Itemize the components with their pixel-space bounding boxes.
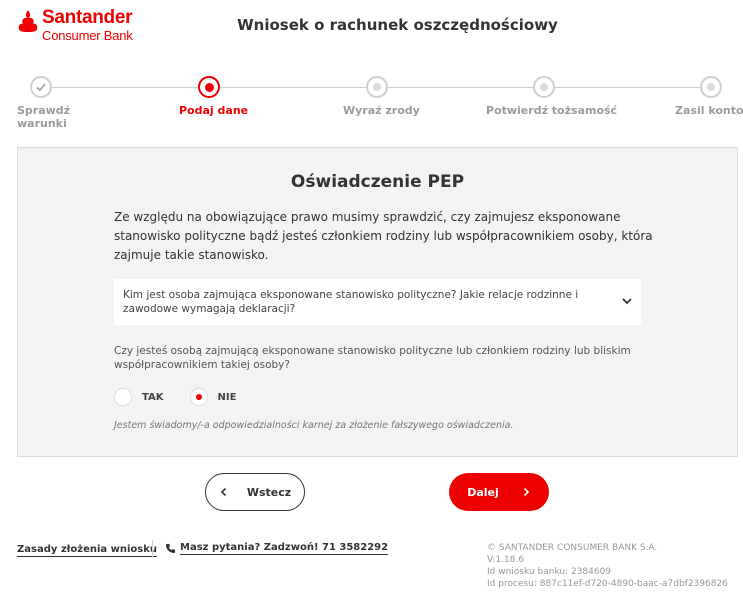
- step-pending-indicator: [533, 76, 555, 98]
- phone-icon: [165, 543, 176, 554]
- logo-brand: Santander: [42, 7, 133, 28]
- step-label: Wyraź zrody: [343, 104, 420, 117]
- step-label: Sprawdź warunki: [17, 104, 71, 130]
- rules-link[interactable]: Zasady złożenia wniosku: [17, 544, 158, 557]
- chevron-down-icon[interactable]: [621, 295, 633, 307]
- chevron-right-icon: [523, 487, 529, 497]
- card-title: Oświadczenie PEP: [290, 172, 465, 192]
- copyright: © SANTANDER CONSUMER BANK S.A.: [487, 543, 658, 553]
- page-title: Wniosek o rachunek oszczędnościowy: [237, 16, 558, 34]
- step-done-indicator: [30, 76, 52, 98]
- step-label: Podaj dane: [179, 104, 249, 117]
- radio-tak[interactable]: TAK: [114, 388, 164, 406]
- bank-application-id: Id wniosku banku: 2384609: [487, 567, 612, 577]
- radio-nie[interactable]: NIE: [189, 388, 237, 406]
- radio-label: TAK: [142, 391, 164, 403]
- radio-label: NIE: [217, 391, 237, 403]
- phone-link[interactable]: Masz pytania? Zadzwoń! 71 3582292: [180, 542, 389, 555]
- card-intro-text: Ze względu na obowiązujące prawo musimy …: [114, 210, 653, 262]
- version: V:1.18.6: [487, 555, 525, 565]
- step-pending-indicator: [366, 76, 388, 98]
- phone-contact[interactable]: Masz pytania? Zadzwoń! 71 3582292: [165, 542, 389, 555]
- check-icon: [36, 83, 46, 92]
- back-button-label: Wstecz: [246, 485, 292, 499]
- back-button[interactable]: Wstecz: [205, 473, 305, 511]
- next-button[interactable]: Dalej: [449, 473, 549, 511]
- flame-icon: [18, 10, 38, 32]
- radio-circle[interactable]: [114, 388, 132, 406]
- step-label: Zasil konto: [675, 104, 743, 117]
- pep-declaration-card: Oświadczenie PEP Ze względu na obowiązuj…: [17, 147, 738, 457]
- santander-logo[interactable]: Santander Consumer Bank: [17, 8, 147, 44]
- chevron-left-icon: [220, 487, 226, 497]
- accordion-text: Kim jest osoba zajmująca eksponowane sta…: [123, 289, 579, 315]
- process-id: Id procesu: 887c11ef-d720-4890-baac-a7db…: [487, 579, 728, 589]
- pep-radio-group: TAK NIE: [114, 387, 262, 407]
- pep-info-accordion[interactable]: Kim jest osoba zajmująca eksponowane sta…: [114, 279, 641, 325]
- step-label: Potwierdź tożsamość: [486, 104, 618, 117]
- step-active-indicator: [198, 76, 220, 98]
- step-pending-indicator: [700, 76, 722, 98]
- footer-divider: [152, 540, 153, 558]
- declaration-text: Jestem świadomy/-a odpowiedzialności kar…: [114, 420, 514, 431]
- radio-circle-selected[interactable]: [189, 388, 208, 406]
- next-button-label: Dalej: [467, 485, 499, 499]
- footer-meta: © SANTANDER CONSUMER BANK S.A. V:1.18.6 …: [487, 542, 728, 590]
- pep-question: Czy jesteś osobą zajmującą eksponowane s…: [114, 345, 631, 371]
- logo-subtitle: Consumer Bank: [42, 28, 133, 43]
